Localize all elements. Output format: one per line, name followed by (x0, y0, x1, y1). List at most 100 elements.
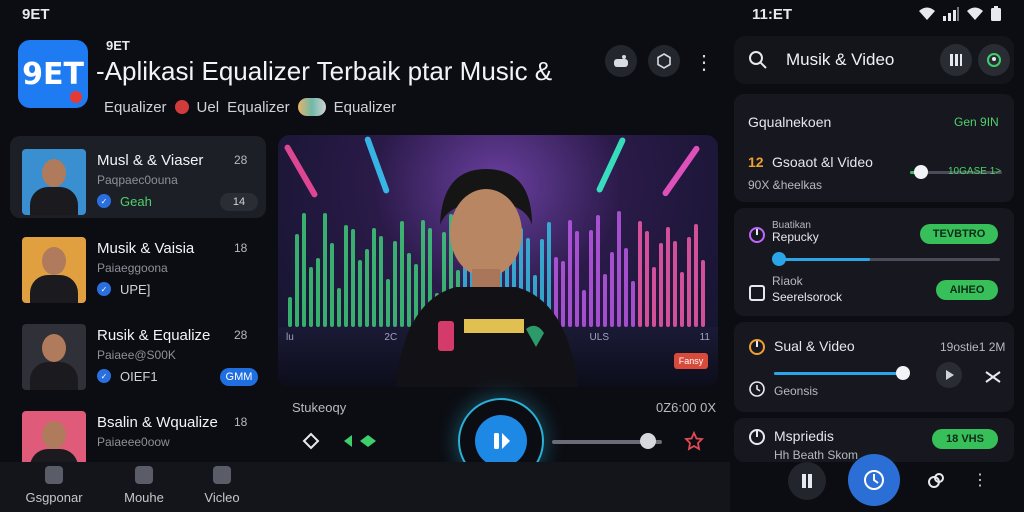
profile-button[interactable] (978, 44, 1010, 76)
equalizer-bar (687, 236, 691, 327)
avatars-icon (297, 98, 326, 116)
track-thumbnail (22, 411, 86, 462)
list-item[interactable]: Rusik & Equalize Paiaee@S00K 28 ✓ OIEF1 … (10, 311, 266, 393)
signal-icon (943, 7, 959, 21)
search-bar[interactable]: Musik & Video (734, 36, 1014, 84)
cast-icon (614, 55, 628, 67)
video-icon (213, 466, 231, 484)
equalizer-bar (694, 223, 698, 327)
track-thumbnail (22, 149, 86, 215)
effect-slider-fill (774, 258, 870, 261)
panel-value: 19ostie1 2M (940, 340, 1006, 354)
clock-icon (749, 381, 765, 397)
effect-slider-thumb[interactable] (772, 252, 786, 266)
track-title: Bsalin & Wqualize (97, 414, 218, 431)
check-icon: ✓ (97, 194, 111, 208)
list-item[interactable]: Musik & Vaisia Paiaeggoona 18 ✓ UPE] (10, 224, 266, 306)
effect-title: Riaok (772, 274, 803, 288)
volume-thumb[interactable] (640, 433, 656, 449)
subtitle-item: Equalizer (104, 98, 167, 116)
app-logo: 9ET (18, 40, 88, 108)
subtitle-item: Equalizer (227, 98, 290, 116)
equalizer-bar (701, 259, 705, 327)
track-subtitle: Paqpaec0ouna (97, 173, 178, 187)
equalizer-bar (652, 266, 656, 327)
track-count: 18 (234, 415, 248, 429)
track-pill[interactable]: GMM (220, 368, 258, 386)
player-track-label: Stukeoqy (292, 400, 347, 415)
preset-pill[interactable]: 18 VHS (932, 429, 998, 449)
track-subtitle: Paiaeggoona (97, 261, 168, 275)
repeat-button[interactable] (298, 428, 324, 454)
nav-item-music[interactable]: Mouhe (104, 466, 184, 505)
check-icon: ✓ (97, 369, 111, 383)
shuffle-icon (344, 435, 376, 447)
equalizer-bar (624, 247, 628, 327)
effect-toggle-2[interactable]: AIHEO (936, 280, 998, 300)
profile-icon (987, 53, 1001, 67)
check-icon: ✓ (97, 282, 111, 296)
list-item[interactable]: Musl & & Viaser Paqpaec0ouna 28 ✓ Geah 1… (10, 136, 266, 218)
power-icon (749, 339, 765, 355)
panel-title: Sual & Video (774, 338, 855, 354)
status-time: 11:ET (752, 6, 793, 23)
settings-button[interactable] (648, 45, 680, 77)
gain-slider-thumb[interactable] (914, 165, 928, 179)
track-tag: OIEF1 (120, 369, 158, 384)
equalizer-bar (344, 225, 348, 327)
track-count: 28 (234, 328, 248, 342)
equalizer-bar (330, 242, 334, 327)
pause-button[interactable] (788, 462, 826, 500)
player-time-label: 0Z6:00 0X (656, 400, 716, 415)
effect-subtitle: Repucky (772, 230, 819, 244)
equalizer-bar (316, 258, 320, 327)
equalizer-bar (372, 228, 376, 327)
video-player[interactable]: lu 2C 13 ULS 11 Fansy (278, 135, 718, 387)
sound-video-panel: Sual & Video 19ostie1 2M Geonsis (734, 322, 1014, 412)
list-item[interactable]: Bsalin & Wqualize Paiaeee0oow 18 (10, 398, 266, 462)
library-button[interactable] (940, 44, 972, 76)
track-title: Musik & Vaisia (97, 240, 195, 257)
star-icon (684, 431, 704, 451)
nav-item-video[interactable]: Vicleo (182, 466, 262, 505)
track-subtitle: Paiaee@S00K (97, 348, 176, 362)
panel-heading: Gqualnekoen (748, 114, 832, 130)
equalizer-mode-button[interactable] (848, 454, 900, 506)
shuffle-icon (985, 371, 1001, 383)
equalizer-bar (673, 240, 677, 327)
play-button[interactable] (936, 362, 962, 388)
equalizer-bar (323, 212, 327, 327)
power-icon (749, 227, 765, 243)
equalizer-bar (288, 297, 292, 327)
video-badge: Fansy (674, 353, 708, 369)
hexagon-icon (657, 53, 671, 69)
cast-button[interactable] (605, 45, 637, 77)
wifi-icon (919, 7, 935, 20)
track-subtitle: Paiaeee0oow (97, 435, 170, 449)
search-icon (749, 51, 767, 69)
sound-slider-thumb[interactable] (896, 366, 910, 380)
track-pill[interactable]: 14 (220, 193, 258, 211)
equalizer-bar (596, 214, 600, 327)
battery-icon (991, 6, 1001, 21)
equalizer-bar (603, 273, 607, 327)
music-icon (135, 466, 153, 484)
sound-slider-fill (774, 372, 898, 375)
track-title: Rusik & Equalize (97, 327, 211, 344)
more-menu-button[interactable]: ⋮ (694, 48, 714, 76)
favorite-button[interactable] (682, 429, 706, 453)
effect-toggle-1[interactable]: TEVBTRO (920, 224, 998, 244)
more-menu-button[interactable]: ⋮ (972, 470, 988, 494)
track-thumbnail (22, 324, 86, 390)
nav-label: Gsgponar (25, 490, 83, 505)
status-bar (0, 0, 1024, 28)
status-icons (918, 6, 1002, 22)
shuffle-button[interactable] (340, 431, 380, 451)
notification-dot (70, 91, 82, 103)
pause-icon (494, 433, 510, 449)
nav-item-home[interactable]: Gsgponar (14, 466, 94, 505)
library-icon (950, 54, 962, 66)
search-input[interactable]: Musik & Video (786, 50, 894, 70)
link-button[interactable] (924, 469, 948, 493)
square-icon (749, 285, 765, 301)
